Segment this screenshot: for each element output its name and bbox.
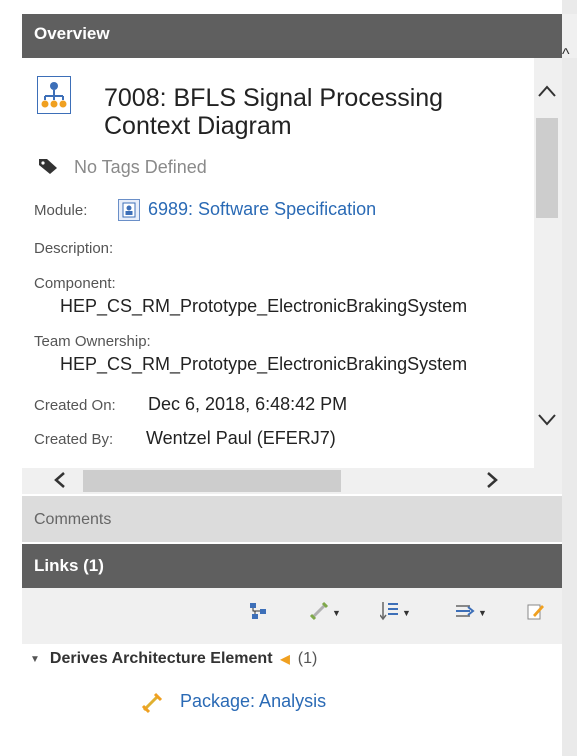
links-header-label: Links (1) (34, 556, 104, 575)
show-graph-button[interactable] (248, 600, 268, 626)
created-by-value: Wentzel Paul (EFERJ7) (146, 428, 336, 448)
component-value: HEP_CS_RM_Prototype_ElectronicBrakingSys… (60, 296, 468, 316)
component-label: Component: (34, 275, 116, 292)
scroll-right-chevron-icon[interactable] (484, 468, 500, 498)
edit-pencil-icon (526, 601, 546, 626)
package-link[interactable]: Package: Analysis (180, 691, 326, 712)
tags-text: No Tags Defined (74, 157, 207, 177)
direction-arrow-icon: ◀ (280, 652, 290, 666)
scroll-down-chevron-icon[interactable] (536, 410, 558, 434)
module-label: Module: (34, 202, 88, 219)
horizontal-scroll-thumb[interactable] (83, 470, 341, 492)
comments-label: Comments (34, 511, 112, 528)
module-link[interactable]: 6989: Software Specification (148, 199, 376, 220)
tag-icon[interactable] (38, 157, 58, 175)
hierarchy-icon (248, 601, 268, 626)
package-icon (141, 692, 163, 714)
vertical-scroll-thumb[interactable] (536, 118, 558, 218)
scroll-up-chevron-icon[interactable] (536, 82, 558, 106)
artifact-title-line-2: Context Diagram (104, 112, 292, 140)
team-ownership-value: HEP_CS_RM_Prototype_ElectronicBrakingSys… (60, 354, 468, 374)
diagram-icon (37, 76, 71, 114)
scroll-left-chevron-icon[interactable] (52, 468, 68, 498)
collapse-caret-icon[interactable]: ▼ (30, 654, 40, 665)
module-icon (118, 199, 140, 221)
overview-header-label: Overview (34, 24, 110, 43)
link-group-count: (1) (297, 650, 318, 667)
top-strip (0, 0, 577, 14)
artifact-title-line-1: 7008: BFLS Signal Processing (104, 84, 444, 112)
dropdown-caret-icon: ▼ (332, 608, 341, 618)
created-on-label: Created On: (34, 397, 116, 414)
filter-button[interactable]: ▼ (454, 600, 487, 626)
link-group-label: Derives Architecture Element (49, 650, 273, 667)
left-gutter (0, 0, 22, 756)
team-ownership-label: Team Ownership: (34, 333, 151, 350)
filter-arrows-icon (454, 600, 476, 627)
created-on-value: Dec 6, 2018, 6:48:42 PM (148, 394, 348, 414)
sort-list-icon (379, 600, 400, 627)
outer-scrollbar[interactable] (562, 0, 577, 756)
add-link-button[interactable]: ▼ (308, 600, 341, 626)
sort-button[interactable]: ▼ (379, 600, 411, 627)
link-chain-icon (308, 600, 330, 627)
edit-links-button[interactable] (526, 600, 546, 626)
description-label: Description: (34, 240, 114, 257)
dropdown-caret-icon: ▼ (478, 608, 487, 618)
created-by-label: Created By: (34, 431, 114, 448)
dropdown-caret-icon: ▼ (402, 608, 411, 618)
outer-scroll-up-icon[interactable]: ^ (562, 46, 570, 64)
link-group-row[interactable]: ▼ Derives Architecture Element ◀ (1) (30, 650, 317, 668)
